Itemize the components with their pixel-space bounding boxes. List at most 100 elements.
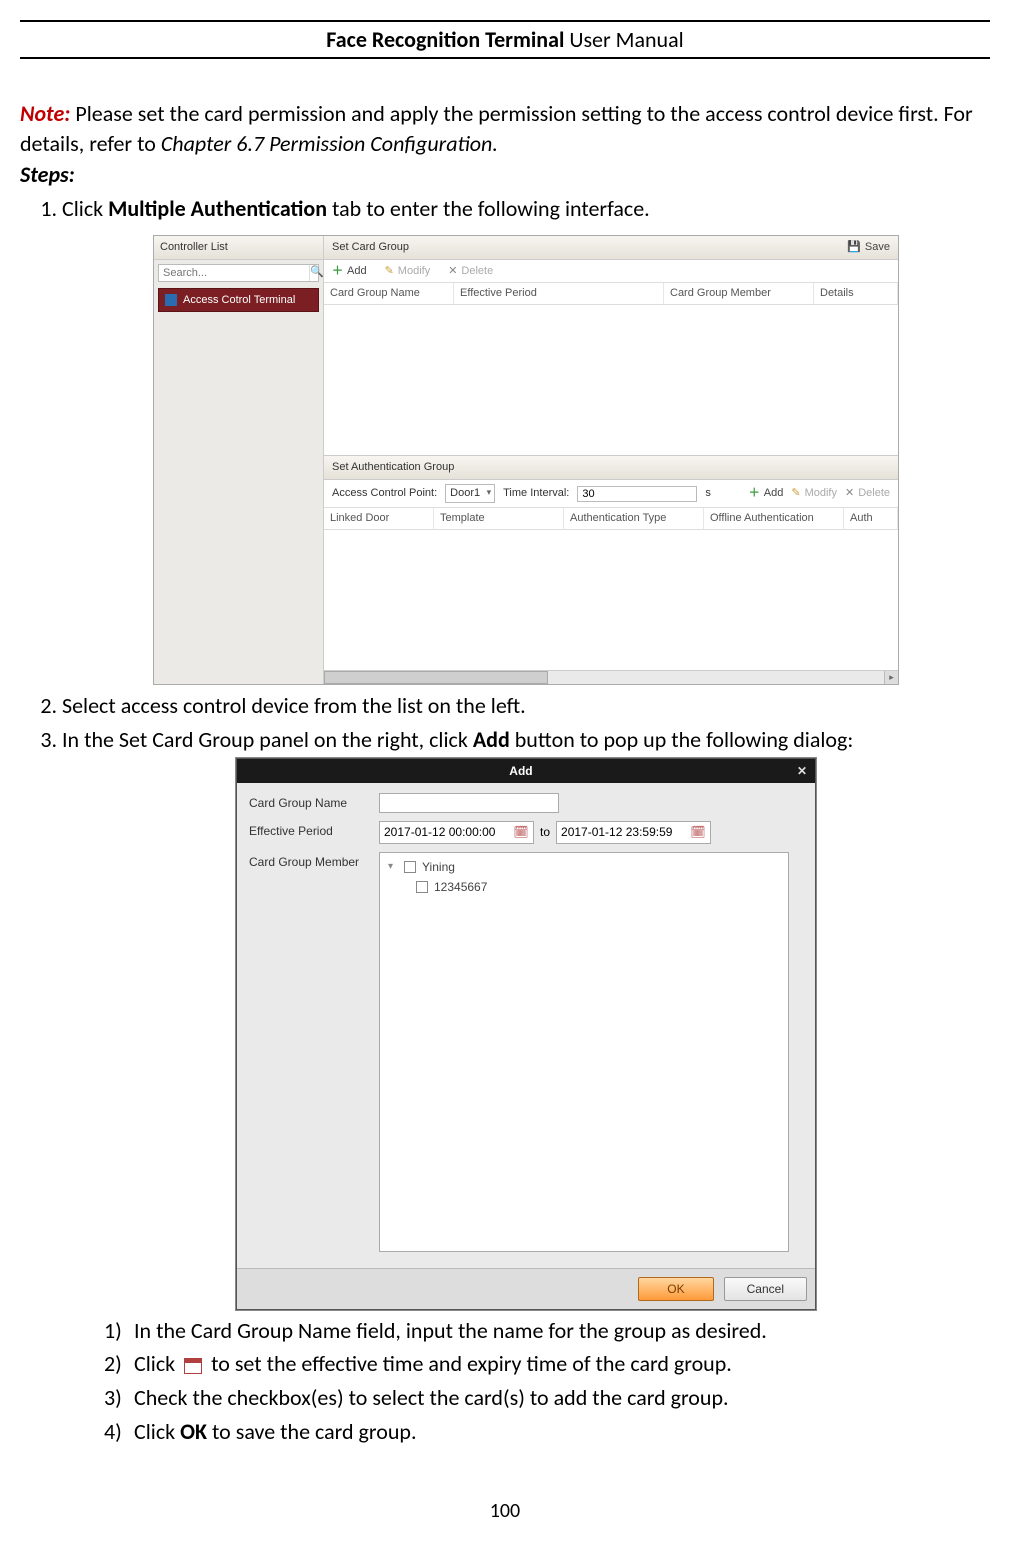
time-interval-unit: s	[705, 486, 711, 501]
add-card-group-button[interactable]: ＋Add	[332, 264, 367, 279]
sub2-b: to set the effective time and expiry tim…	[206, 1350, 732, 1377]
page-number: 100	[0, 1499, 1010, 1523]
col-card-group-member[interactable]: Card Group Member	[664, 283, 814, 304]
page-header: Face Recognition Terminal User Manual	[20, 20, 990, 59]
edit-icon: ✎	[385, 264, 394, 279]
search-icon[interactable]: 🔍	[309, 265, 324, 281]
col-linked-door[interactable]: Linked Door	[324, 508, 434, 529]
calendar-icon[interactable]: 🗓	[513, 824, 529, 840]
screenshot-add-dialog: Add ✕ Card Group Name Effective Period	[236, 758, 816, 1310]
ok-button[interactable]: OK	[638, 1277, 713, 1301]
search-input[interactable]	[159, 265, 309, 281]
note-label: Note:	[20, 100, 70, 127]
step3-a: In the Set Card Group panel on the right…	[62, 726, 473, 753]
plus-icon: ＋	[749, 486, 760, 501]
close-icon[interactable]: ✕	[797, 763, 807, 779]
delete-auth-group-button[interactable]: ✕ Delete	[845, 486, 890, 501]
device-label: Access Cotrol Terminal	[183, 293, 295, 308]
step-2: Select access control device from the li…	[62, 691, 990, 721]
card-group-name-input[interactable]	[379, 793, 559, 813]
date-from-input[interactable]: 2017-01-12 00:00:00 🗓	[379, 821, 534, 843]
save-button[interactable]: 💾 Save	[847, 240, 890, 255]
delete-label: Delete	[461, 264, 493, 279]
date-to-value: 2017-01-12 23:59:59	[561, 824, 690, 840]
card-group-columns: Card Group Name Effective Period Card Gr…	[324, 283, 898, 305]
col-card-group-name[interactable]: Card Group Name	[324, 283, 454, 304]
tree-parent-label: Yining	[422, 859, 455, 875]
horizontal-scrollbar[interactable]: ▸	[324, 670, 898, 684]
step1-b: tab to enter the following interface.	[327, 195, 650, 222]
modify-auth-group-button[interactable]: ✎ Modify	[791, 486, 837, 501]
save-label: Save	[865, 240, 890, 255]
sub4-b: to save the card group.	[207, 1418, 416, 1445]
checkbox[interactable]	[416, 881, 428, 893]
add-auth-group-button[interactable]: ＋ Add	[749, 486, 784, 501]
dialog-titlebar: Add ✕	[237, 759, 815, 783]
scrollbar-thumb[interactable]	[324, 671, 548, 684]
time-interval-input[interactable]	[577, 486, 697, 502]
time-interval-label: Time Interval:	[503, 486, 569, 501]
screenshot-multiple-auth: Controller List 🔍 Access Cotrol Terminal	[153, 235, 899, 685]
acp-select[interactable]: Door1	[445, 484, 495, 503]
col-effective-period[interactable]: Effective Period	[454, 283, 664, 304]
set-card-group-header: Set Card Group	[332, 240, 409, 255]
substep-3: 3)Check the checkbox(es) to select the c…	[104, 1383, 990, 1413]
modify-label: Modify	[398, 264, 430, 279]
step-1: Click Multiple Authentication tab to ent…	[62, 194, 990, 685]
member-tree[interactable]: ▾ Yining 12345667	[379, 852, 789, 1252]
controller-list-panel: Controller List 🔍 Access Cotrol Terminal	[154, 236, 324, 684]
sub4-bold: OK	[180, 1418, 207, 1445]
calendar-icon[interactable]: 🗓	[690, 824, 706, 840]
add-label-data-interactable: Add	[764, 486, 784, 501]
effective-period-label: Effective Period	[249, 821, 379, 839]
auth-group-columns: Linked Door Template Authentication Type…	[324, 508, 898, 530]
col-auth-type[interactable]: Authentication Type	[564, 508, 704, 529]
tree-node-child[interactable]: 12345667	[416, 879, 780, 895]
step3-bold: Add	[473, 726, 510, 753]
controller-search[interactable]: 🔍	[158, 264, 319, 282]
dialog-title: Add	[245, 763, 797, 779]
tree-child-label: 12345667	[434, 879, 487, 895]
save-icon: 💾	[847, 240, 861, 255]
cancel-button[interactable]: Cancel	[724, 1277, 807, 1301]
tree-node-parent[interactable]: ▾ Yining	[388, 859, 780, 875]
delete-label2: Delete	[858, 486, 890, 501]
checkbox[interactable]	[404, 861, 416, 873]
substep-1: 1)In the Card Group Name field, input th…	[104, 1316, 990, 1346]
note-italic: Chapter 6.7 Permission Configuration.	[161, 130, 498, 157]
col-auth[interactable]: Auth	[844, 508, 898, 529]
header-plain: User Manual	[564, 26, 683, 53]
modify-card-group-button[interactable]: ✎ Modify	[385, 264, 431, 279]
step1-bold: Multiple Authentication	[108, 195, 327, 222]
sub4-a: Click	[134, 1418, 180, 1445]
date-to-label: to	[540, 824, 550, 840]
substep-2: 2)Click to set the effective time and ex…	[104, 1349, 990, 1379]
sub1-text: In the Card Group Name field, input the …	[134, 1317, 767, 1344]
delete-icon: ✕	[448, 264, 457, 279]
add-label: Add	[347, 264, 367, 279]
substep-4: 4)Click OK to save the card group.	[104, 1417, 990, 1447]
date-from-value: 2017-01-12 00:00:00	[384, 824, 513, 840]
modify-label2: Modify	[805, 486, 837, 501]
col-offline-auth[interactable]: Offline Authentication	[704, 508, 844, 529]
controller-list-header: Controller List	[154, 236, 323, 260]
sub2-a: Click	[134, 1350, 180, 1377]
col-template[interactable]: Template	[434, 508, 564, 529]
date-to-input[interactable]: 2017-01-12 23:59:59 🗓	[556, 821, 711, 843]
steps-label: Steps:	[20, 161, 75, 188]
calendar-icon	[184, 1358, 202, 1374]
card-group-member-label: Card Group Member	[249, 852, 379, 870]
edit-icon: ✎	[791, 486, 800, 501]
set-auth-group-header: Set Authentication Group	[324, 455, 898, 480]
tree-collapse-icon[interactable]: ▾	[388, 860, 398, 874]
step1-a: Click	[62, 195, 108, 222]
step-3: In the Set Card Group panel on the right…	[62, 725, 990, 1447]
scroll-right-arrow-icon[interactable]: ▸	[884, 671, 898, 684]
acp-label: Access Control Point:	[332, 486, 437, 501]
auth-group-empty-body	[324, 530, 898, 670]
delete-card-group-button[interactable]: ✕ Delete	[448, 264, 493, 279]
device-item-selected[interactable]: Access Cotrol Terminal	[158, 288, 319, 313]
card-group-empty-body	[324, 305, 898, 455]
col-details[interactable]: Details	[814, 283, 898, 304]
delete-icon: ✕	[845, 486, 854, 501]
